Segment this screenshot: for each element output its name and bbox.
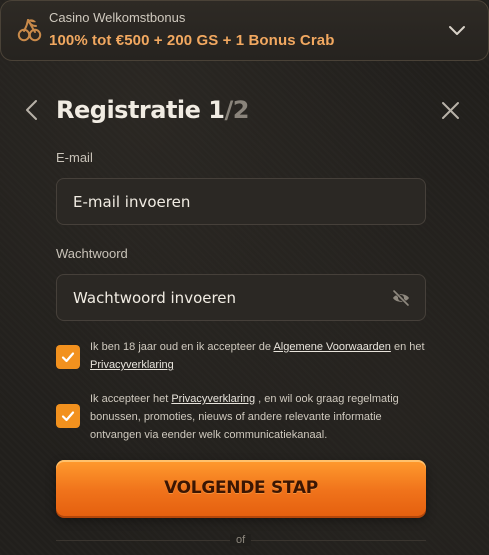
password-field[interactable] <box>73 288 409 307</box>
or-label: of <box>230 534 252 546</box>
privacy-link-2[interactable]: Privacyverklaring <box>171 393 255 405</box>
marketing-consent-text: Ik accepteer het Privacyverklaring , en … <box>90 390 435 444</box>
title-step: Registratie 1 <box>56 96 225 124</box>
terms-link[interactable]: Algemene Voorwaarden <box>273 341 390 353</box>
chevron-left-icon[interactable] <box>22 98 42 122</box>
password-label: Wachtwoord <box>56 246 128 261</box>
consent1-text-before: Ik ben 18 jaar oud en ik accepteer de <box>90 341 274 353</box>
welcome-bonus-banner[interactable]: Casino Welkomstbonus 100% tot €500 + 200… <box>0 0 489 61</box>
banner-subtitle: Casino Welkomstbonus <box>49 10 186 25</box>
close-icon[interactable] <box>441 101 460 120</box>
page-title: Registratie 1/2 <box>56 96 249 124</box>
marketing-checkbox[interactable] <box>56 404 80 428</box>
email-field-wrapper <box>56 178 426 225</box>
eye-off-icon[interactable] <box>391 289 411 307</box>
consent2-text-before: Ik accepteer het <box>90 393 172 405</box>
title-total: 2 <box>232 96 250 124</box>
chevron-down-icon[interactable] <box>448 21 466 39</box>
cherries-icon <box>17 19 42 42</box>
next-step-button[interactable]: VOLGENDE STAP <box>56 460 426 516</box>
terms-consent-text: Ik ben 18 jaar oud en ik accepteer de Al… <box>90 338 435 374</box>
privacy-link[interactable]: Privacyverklaring <box>90 359 174 371</box>
checkmark-icon <box>61 411 75 422</box>
banner-title: 100% tot €500 + 200 GS + 1 Bonus Crab <box>49 32 335 49</box>
email-label: E-mail <box>56 150 93 165</box>
email-field[interactable] <box>73 192 409 211</box>
title-separator: / <box>224 96 233 124</box>
consent1-text-middle: en het <box>390 341 425 353</box>
password-field-wrapper <box>56 274 426 321</box>
checkmark-icon <box>61 352 75 363</box>
terms-checkbox[interactable] <box>56 345 80 369</box>
